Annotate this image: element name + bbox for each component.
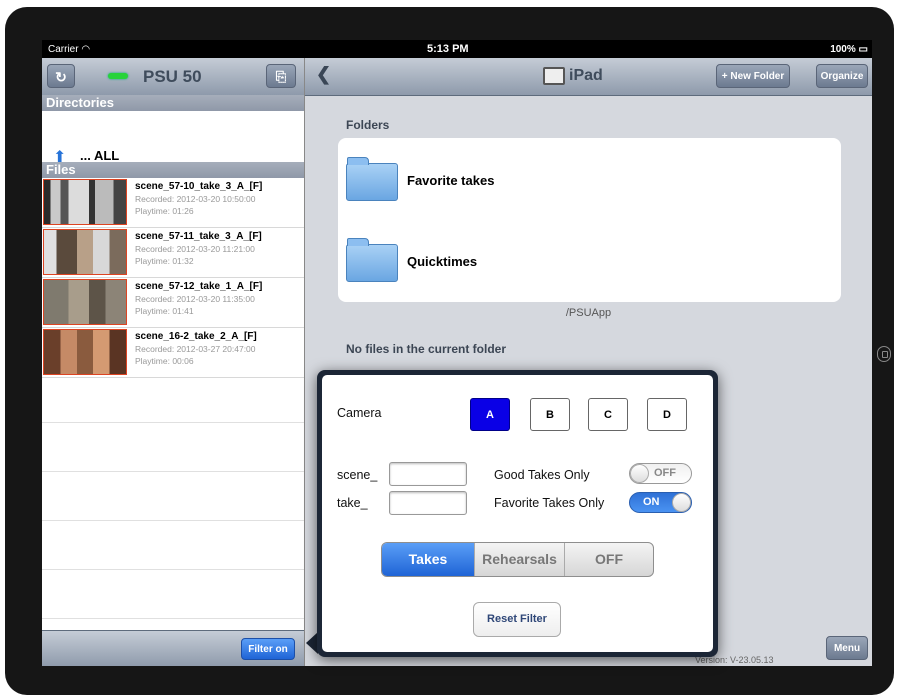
home-button[interactable]	[877, 346, 891, 362]
folder-icon	[346, 157, 398, 201]
file-playtime: Playtime: 01:32	[135, 256, 194, 266]
video-thumbnail	[43, 179, 127, 225]
folder-item-favorite-takes[interactable]: Favorite takes	[346, 157, 826, 223]
favorite-takes-toggle[interactable]: ON	[629, 492, 692, 513]
segment-rehearsals[interactable]: Rehearsals	[474, 543, 564, 576]
page-title: iPad	[569, 67, 603, 84]
back-icon[interactable]: ❮	[316, 64, 331, 85]
filter-on-button[interactable]: Filter on	[241, 638, 295, 660]
left-toolbar: Filter on	[42, 630, 304, 666]
take-input[interactable]	[389, 491, 467, 515]
toggle-state: OFF	[654, 467, 676, 479]
scene-label: scene_	[337, 468, 378, 482]
directory-all-label: ... ALL	[80, 148, 120, 163]
take-type-segmented-control: Takes Rehearsals OFF	[381, 542, 654, 577]
video-thumbnail	[43, 279, 127, 325]
left-navbar: ↻ PSU 50 ⎘	[42, 58, 304, 96]
file-name: scene_16-2_take_2_A_[F]	[135, 331, 257, 342]
files-header: Files	[42, 162, 304, 178]
carrier-text: Carrier	[48, 44, 79, 55]
camera-c-button[interactable]: C	[588, 398, 628, 431]
export-button[interactable]: ⎘	[266, 64, 296, 88]
list-separator	[42, 520, 304, 521]
camera-b-button[interactable]: B	[530, 398, 570, 431]
good-takes-toggle[interactable]: OFF	[629, 463, 692, 484]
organize-button[interactable]: Organize	[816, 64, 868, 88]
toggle-state: ON	[643, 496, 660, 508]
folder-icon	[346, 238, 398, 282]
ipad-icon	[543, 67, 565, 85]
list-separator	[42, 471, 304, 472]
menu-button[interactable]: Menu	[826, 636, 868, 660]
video-thumbnail	[43, 229, 127, 275]
refresh-icon: ↻	[55, 69, 67, 85]
status-bar: Carrier ◠ 5:13 PM 100% ▭	[42, 40, 872, 58]
good-takes-label: Good Takes Only	[494, 468, 590, 482]
file-name: scene_57-12_take_1_A_[F]	[135, 281, 263, 292]
folders-label: Folders	[346, 118, 390, 132]
right-navbar: ❮ iPad + New Folder Organize	[305, 58, 872, 96]
battery-indicator: 100% ▭	[830, 44, 868, 55]
video-thumbnail	[43, 329, 127, 375]
folder-item-quicktimes[interactable]: Quicktimes	[346, 238, 826, 304]
filter-popover-content: Camera A B C D scene_ take_ Good Takes O…	[322, 375, 713, 652]
file-row[interactable]: scene_16-2_take_2_A_[F] Recorded: 2012-0…	[42, 328, 304, 378]
file-recorded: Recorded: 2012-03-27 20:47:00	[135, 344, 256, 354]
directories-header: Directories	[42, 95, 304, 111]
list-separator	[42, 422, 304, 423]
favorite-takes-label: Favorite Takes Only	[494, 496, 605, 510]
camera-a-button[interactable]: A	[470, 398, 510, 431]
take-label: take_	[337, 496, 368, 510]
filter-popover: Camera A B C D scene_ take_ Good Takes O…	[317, 370, 718, 657]
file-playtime: Playtime: 01:26	[135, 206, 194, 216]
file-name: scene_57-10_take_3_A_[F]	[135, 181, 263, 192]
scene-input[interactable]	[389, 462, 467, 486]
folder-label: Quicktimes	[407, 254, 478, 269]
list-separator	[42, 569, 304, 570]
camera-label: Camera	[337, 406, 382, 420]
current-path: /PSUApp	[565, 307, 612, 319]
new-folder-button[interactable]: + New Folder	[716, 64, 790, 88]
file-row[interactable]: scene_57-10_take_3_A_[F] Recorded: 2012-…	[42, 178, 304, 228]
folder-list: Favorite takes Quicktimes	[338, 138, 841, 302]
status-time: 5:13 PM	[427, 43, 469, 55]
file-recorded: Recorded: 2012-03-20 10:50:00	[135, 194, 256, 204]
carrier-label: Carrier ◠	[48, 44, 90, 55]
folder-label: Favorite takes	[407, 173, 495, 188]
battery-percent: 100%	[830, 44, 856, 55]
device-title: PSU 50	[143, 67, 202, 86]
segment-off[interactable]: OFF	[564, 543, 653, 576]
left-panel: ↻ PSU 50 ⎘ Directories ⬆ ... ALL Files s…	[42, 58, 305, 666]
segment-takes[interactable]: Takes	[382, 543, 474, 576]
list-separator	[42, 618, 304, 619]
battery-icon: ▭	[858, 44, 868, 55]
file-playtime: Playtime: 01:41	[135, 306, 194, 316]
file-row[interactable]: scene_57-12_take_1_A_[F] Recorded: 2012-…	[42, 278, 304, 328]
file-recorded: Recorded: 2012-03-20 11:21:00	[135, 244, 255, 254]
toggle-knob	[630, 464, 649, 483]
file-recorded: Recorded: 2012-03-20 11:35:00	[135, 294, 255, 304]
no-files-message: No files in the current folder	[346, 342, 507, 356]
reset-filter-button[interactable]: Reset Filter	[473, 602, 561, 637]
camera-d-button[interactable]: D	[647, 398, 687, 431]
refresh-button[interactable]: ↻	[47, 64, 75, 88]
connection-status-led	[108, 73, 128, 79]
file-name: scene_57-11_take_3_A_[F]	[135, 231, 262, 242]
file-playtime: Playtime: 00:06	[135, 356, 194, 366]
export-icon: ⎘	[275, 69, 287, 84]
toggle-knob	[672, 493, 691, 512]
wifi-icon: ◠	[81, 44, 91, 55]
file-row[interactable]: scene_57-11_take_3_A_[F] Recorded: 2012-…	[42, 228, 304, 278]
